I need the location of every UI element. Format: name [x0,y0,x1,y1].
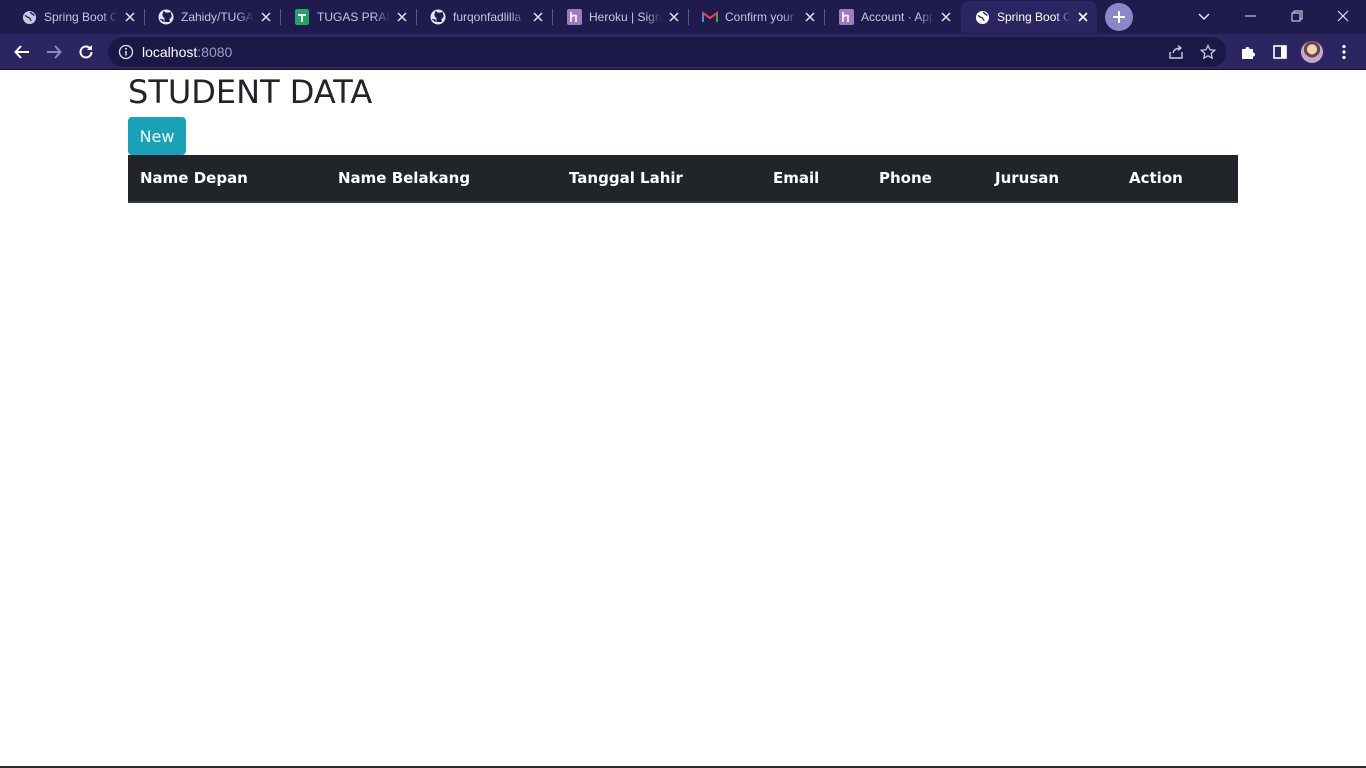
minimize-icon [1245,15,1256,17]
gmail-icon [702,9,718,25]
column-header: Email [761,155,867,203]
student-table: Name Depan Name Belakang Tanggal Lahir E… [128,155,1238,203]
globe-icon [21,9,37,25]
close-icon[interactable] [1075,9,1091,25]
close-icon[interactable] [802,9,818,25]
column-header: Name Belakang [326,155,557,203]
browser-tab[interactable]: furqonfadlilla [417,1,552,33]
chevron-down-icon [1198,13,1210,21]
restore-icon [1291,10,1303,22]
restore-button[interactable] [1274,0,1320,32]
tab-title: Account · App [861,10,934,24]
reload-icon [79,45,93,59]
close-icon[interactable] [394,9,410,25]
github-icon [430,9,446,25]
tab-title: Heroku | Sign [589,10,662,24]
close-icon[interactable] [530,9,546,25]
table-header-row: Name Depan Name Belakang Tanggal Lahir E… [128,155,1238,203]
heroku-icon [566,9,582,25]
sheets-icon [294,9,310,25]
side-panel-button[interactable] [1266,38,1294,66]
back-button[interactable] [8,38,36,66]
column-header: Name Depan [128,155,326,203]
browser-tab[interactable]: TUGAS PRAK [281,1,416,33]
url-port: :8080 [197,44,233,60]
close-icon[interactable] [258,9,274,25]
column-header: Phone [867,155,983,203]
extensions-button[interactable] [1234,38,1262,66]
arrow-left-icon [14,45,29,59]
globe-icon [974,9,990,25]
url-text[interactable]: localhost:8080 [142,44,232,60]
tab-title: Spring Boot C [44,10,118,24]
browser-tab-active[interactable]: Spring Boot C [961,1,1097,33]
tab-title: Confirm your [725,10,794,24]
column-header: Tanggal Lahir [557,155,761,203]
close-icon [1337,10,1349,22]
column-header: Jurusan [983,155,1117,203]
browser-tab[interactable]: Account · App [825,1,960,33]
share-icon [1169,44,1183,59]
browser-tab[interactable]: Heroku | Sign [553,1,688,33]
window-close-button[interactable] [1320,0,1366,32]
share-button[interactable] [1166,42,1186,62]
star-icon [1200,44,1216,60]
browser-toolbar: localhost:8080 [0,34,1366,70]
puzzle-icon [1242,47,1255,59]
github-icon [158,9,174,25]
new-tab-button[interactable] [1105,3,1133,31]
close-icon[interactable] [938,9,954,25]
browser-tab[interactable]: Zahidy/TUGA [145,1,280,33]
new-button[interactable]: New [128,117,186,155]
column-header: Action [1117,155,1238,203]
page-title: STUDENT DATA [128,73,373,111]
tab-title: Spring Boot C [997,10,1071,24]
tab-title: furqonfadlilla [453,10,522,24]
bookmark-button[interactable] [1198,42,1218,62]
table-header: Name Depan Name Belakang Tanggal Lahir E… [128,155,1238,203]
forward-button[interactable] [40,38,68,66]
address-bar[interactable]: localhost:8080 [108,37,1226,67]
minimize-button[interactable] [1228,0,1274,32]
tab-strip: Spring Boot C Zahidy/TUGA TUGAS PRAK fur… [0,0,1366,34]
tab-search-button[interactable] [1190,6,1218,28]
arrow-right-icon [47,45,62,59]
avatar[interactable] [1301,41,1323,63]
close-icon[interactable] [122,9,138,25]
heroku-icon [838,9,854,25]
side-panel-icon [1273,45,1287,59]
info-icon[interactable] [118,44,134,60]
page-content: STUDENT DATA New Name Depan Name Belakan… [0,71,1366,768]
menu-button[interactable] [1330,38,1358,66]
plus-icon [1113,11,1125,23]
browser-tab[interactable]: Confirm your [689,1,824,33]
browser-tab[interactable]: Spring Boot C [8,1,144,33]
url-host: localhost [142,44,198,60]
close-icon[interactable] [666,9,682,25]
tab-title: Zahidy/TUGA [181,10,254,24]
more-vert-icon [1342,44,1346,60]
tab-title: TUGAS PRAK [317,10,390,24]
reload-button[interactable] [72,38,100,66]
